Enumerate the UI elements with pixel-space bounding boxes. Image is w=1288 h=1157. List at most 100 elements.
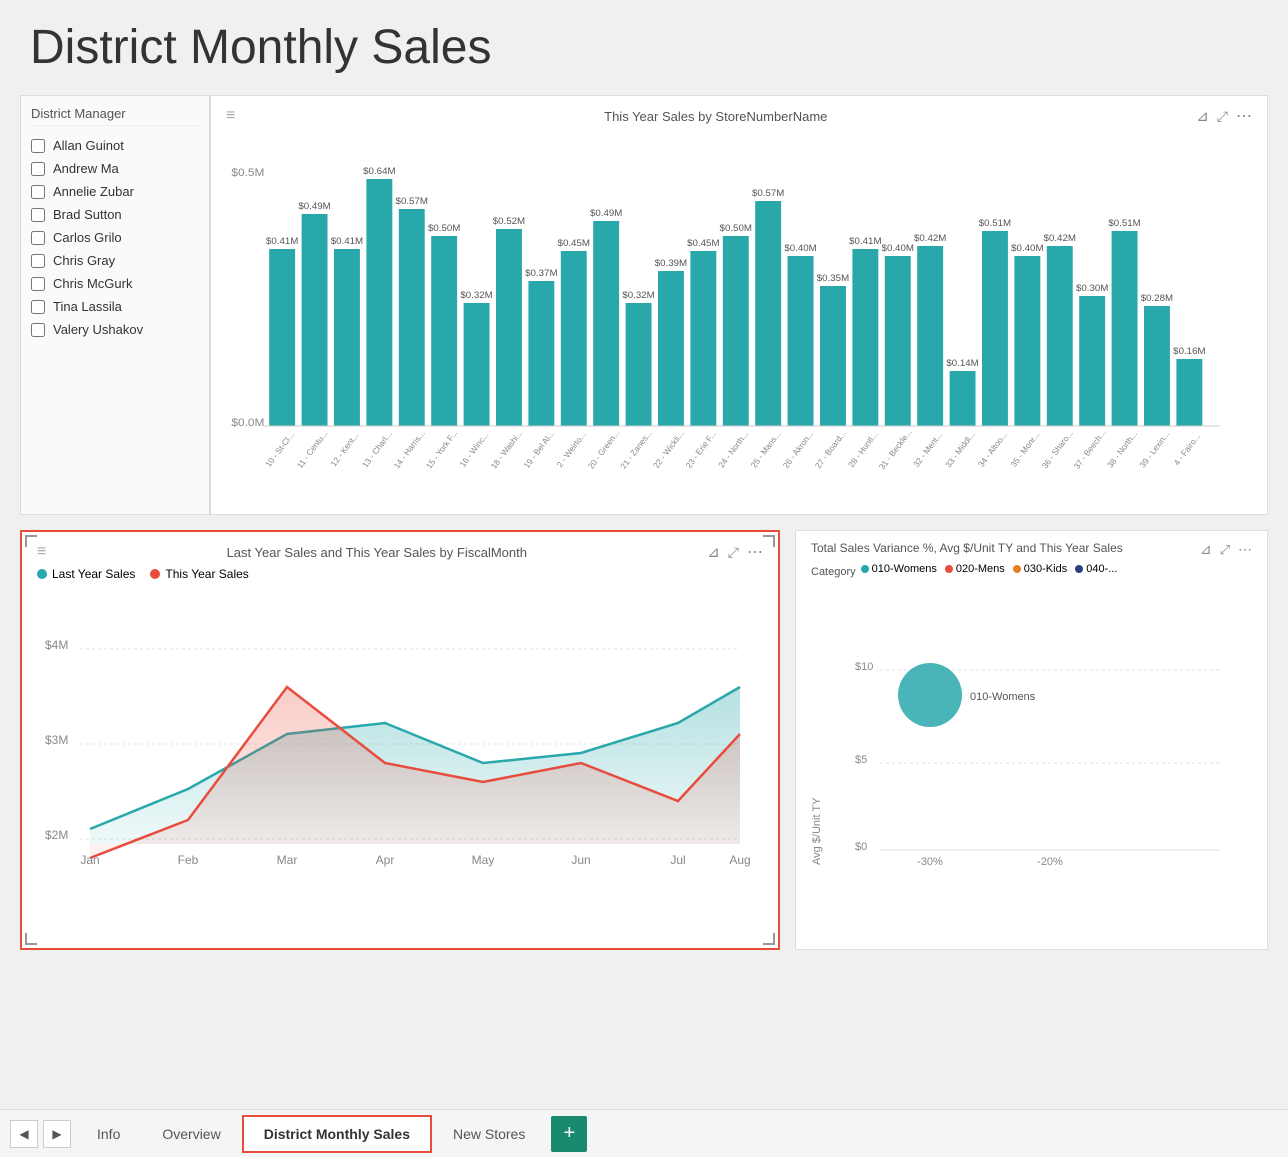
scatter-legend-mens: 020-Mens xyxy=(945,563,1005,575)
svg-text:24 - North...: 24 - North... xyxy=(716,429,751,469)
svg-text:31 - Beckle...: 31 - Beckle... xyxy=(877,427,914,471)
svg-text:$0.39M: $0.39M xyxy=(655,258,688,268)
svg-text:35 - Monr...: 35 - Monr... xyxy=(1008,430,1042,469)
svg-text:13 - Charl...: 13 - Charl... xyxy=(360,429,394,469)
svg-text:$0.37M: $0.37M xyxy=(525,268,558,278)
svg-text:Jan: Jan xyxy=(80,853,99,867)
scatter-chart-icons: ⊿ ⤢ ⋯ xyxy=(1200,541,1252,558)
scatter-more-icon[interactable]: ⋯ xyxy=(1238,541,1252,558)
line-expand-icon[interactable]: ⤢ xyxy=(728,544,739,561)
content-area: District Monthly Sales District Manager … xyxy=(0,0,1288,1109)
svg-text:12 - Kent...: 12 - Kent... xyxy=(328,431,361,469)
filter-item-3[interactable]: Brad Sutton xyxy=(31,203,199,226)
svg-text:$0.40M: $0.40M xyxy=(1011,243,1044,253)
scatter-expand-icon[interactable]: ⤢ xyxy=(1220,542,1230,558)
filter-item-5[interactable]: Chris Gray xyxy=(31,249,199,272)
svg-text:$0.57M: $0.57M xyxy=(396,196,429,206)
scatter-legend-womens: 010-Womens xyxy=(861,563,937,575)
filter-item-2[interactable]: Annelie Zubar xyxy=(31,180,199,203)
filter-item-6[interactable]: Chris McGurk xyxy=(31,272,199,295)
svg-text:11 - Centu...: 11 - Centu... xyxy=(294,429,329,470)
svg-text:39 - Lexin...: 39 - Lexin... xyxy=(1137,429,1171,469)
svg-text:$2M: $2M xyxy=(45,828,68,842)
scatter-legend-040: 040-... xyxy=(1075,563,1117,575)
svg-text:27 - Board...: 27 - Board... xyxy=(813,429,849,471)
svg-text:Mar: Mar xyxy=(277,853,298,867)
line-chart-drag-handle: ≡ xyxy=(37,543,46,561)
tab-new-stores[interactable]: New Stores xyxy=(432,1115,546,1153)
svg-text:$0.28M: $0.28M xyxy=(1141,293,1174,303)
svg-text:32 - Ment...: 32 - Ment... xyxy=(911,430,945,469)
svg-text:$0.41M: $0.41M xyxy=(266,236,299,246)
svg-text:16 - Winc...: 16 - Winc... xyxy=(457,430,491,469)
corner-tl xyxy=(25,535,37,547)
bar-chart-header: ≡ This Year Sales by StoreNumberName ⊿ ⤢… xyxy=(226,106,1252,126)
svg-text:$0.16M: $0.16M xyxy=(1173,346,1206,356)
scatter-legend: 010-Womens 020-Mens 030-Kids 040-.. xyxy=(861,563,1118,575)
line-chart-icons: ⊿ ⤢ ⋯ xyxy=(707,542,763,562)
line-more-icon[interactable]: ⋯ xyxy=(747,542,763,562)
bottom-section: ≡ Last Year Sales and This Year Sales by… xyxy=(20,530,1268,950)
svg-text:23 - Erie F...: 23 - Erie F... xyxy=(683,429,718,470)
svg-text:20 - Green...: 20 - Green... xyxy=(585,428,621,470)
svg-text:21 - Zanes...: 21 - Zanes... xyxy=(618,428,654,470)
svg-text:34 - Altoo...: 34 - Altoo... xyxy=(976,430,1010,469)
svg-text:$0.32M: $0.32M xyxy=(622,290,655,300)
svg-text:$0.35M: $0.35M xyxy=(817,273,850,283)
line-filter-icon[interactable]: ⊿ xyxy=(707,543,720,561)
svg-text:$5: $5 xyxy=(855,754,867,766)
tab-info[interactable]: Info xyxy=(76,1115,141,1153)
scatter-filter-icon[interactable]: ⊿ xyxy=(1200,541,1212,558)
svg-text:$0.49M: $0.49M xyxy=(298,201,331,211)
tab-bar: ◀ ▶ Info Overview District Monthly Sales… xyxy=(0,1109,1288,1157)
tab-next-button[interactable]: ▶ xyxy=(43,1120,71,1148)
svg-text:$4M: $4M xyxy=(45,638,68,652)
category-label: Category xyxy=(811,566,856,578)
expand-icon[interactable]: ⤢ xyxy=(1217,108,1228,125)
more-icon[interactable]: ⋯ xyxy=(1236,106,1252,126)
filter-item-8[interactable]: Valery Ushakov xyxy=(31,318,199,341)
svg-text:Feb: Feb xyxy=(178,853,199,867)
svg-text:$0.50M: $0.50M xyxy=(720,223,753,233)
svg-text:010-Womens: 010-Womens xyxy=(970,691,1036,703)
tab-overview[interactable]: Overview xyxy=(141,1115,241,1153)
tab-add-button[interactable]: + xyxy=(551,1116,587,1152)
bar-chart-svg: $0.0M $0.5M $0.41M 10 - St-Cl... xyxy=(226,131,1252,491)
tab-district-monthly-sales[interactable]: District Monthly Sales xyxy=(242,1115,432,1153)
scatter-dot-mens xyxy=(945,565,953,573)
svg-text:19 - Bel Al...: 19 - Bel Al... xyxy=(521,429,556,470)
scatter-dot-040 xyxy=(1075,565,1083,573)
svg-text:36 - Sharo...: 36 - Sharo... xyxy=(1039,429,1075,471)
svg-text:26 - Akron...: 26 - Akron... xyxy=(780,429,815,470)
scatter-dot-kids xyxy=(1013,565,1021,573)
legend-this-year: This Year Sales xyxy=(150,567,248,581)
corner-br xyxy=(763,933,775,945)
line-chart-legend: Last Year Sales This Year Sales xyxy=(37,567,763,581)
svg-text:$0.41M: $0.41M xyxy=(849,236,882,246)
svg-text:$0.52M: $0.52M xyxy=(493,216,526,226)
legend-dot-this-year xyxy=(150,569,160,579)
svg-text:14 - Harris...: 14 - Harris... xyxy=(391,429,427,471)
legend-dot-last-year xyxy=(37,569,47,579)
svg-text:2 - Weirto...: 2 - Weirto... xyxy=(554,430,588,469)
svg-text:$10: $10 xyxy=(855,661,873,673)
scatter-chart-title: Total Sales Variance %, Avg $/Unit TY an… xyxy=(811,541,1123,555)
filter-item-0[interactable]: Allan Guinot xyxy=(31,134,199,157)
bar-chart-title: This Year Sales by StoreNumberName xyxy=(604,109,827,124)
svg-text:$0.51M: $0.51M xyxy=(1108,218,1141,228)
svg-text:25 - Mans...: 25 - Mans... xyxy=(748,429,783,469)
filter-item-1[interactable]: Andrew Ma xyxy=(31,157,199,180)
svg-text:-30%: -30% xyxy=(917,856,943,865)
svg-text:Jul: Jul xyxy=(670,853,685,867)
filter-item-4[interactable]: Carlos Grilo xyxy=(31,226,199,249)
filter-icon[interactable]: ⊿ xyxy=(1196,107,1209,125)
svg-text:4 - Fairo...: 4 - Fairo... xyxy=(1171,432,1202,467)
line-chart-title: Last Year Sales and This Year Sales by F… xyxy=(227,545,527,560)
filter-item-7[interactable]: Tina Lassila xyxy=(31,295,199,318)
filter-panel-title: District Manager xyxy=(31,106,199,126)
svg-text:22 - Wickli...: 22 - Wickli... xyxy=(651,429,686,470)
legend-last-year: Last Year Sales xyxy=(37,567,135,581)
svg-text:$0.5M: $0.5M xyxy=(231,167,264,179)
main-container: District Monthly Sales District Manager … xyxy=(0,0,1288,1157)
tab-prev-button[interactable]: ◀ xyxy=(10,1120,38,1148)
